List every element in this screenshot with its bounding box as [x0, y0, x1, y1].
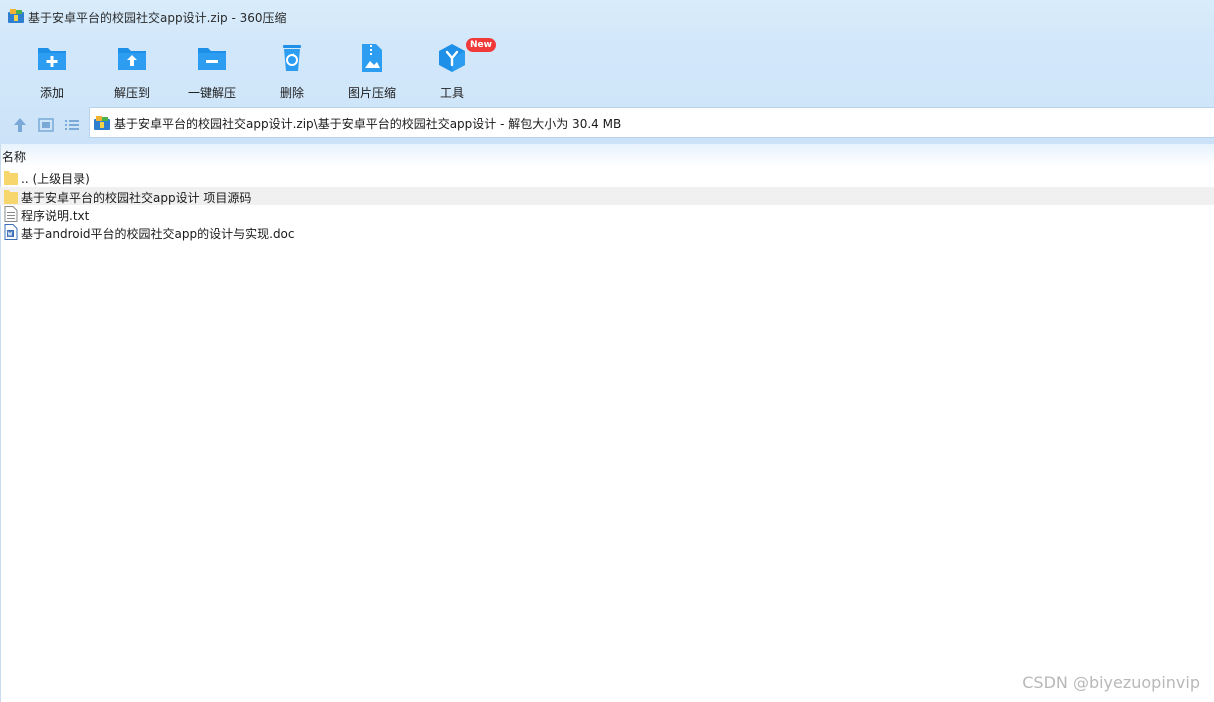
add-folder-icon [38, 48, 66, 70]
toolbar: 添加 解压到 一键解压 删除 图片压缩 New 工具 [0, 34, 1214, 106]
address-bar: 基于安卓平台的校园社交app设计.zip\基于安卓平台的校园社交app设计 - … [0, 106, 1214, 144]
file-name: 基于android平台的校园社交app的设计与实现.doc [21, 227, 295, 241]
image-compress-icon [362, 44, 382, 72]
extract-to-label: 解压到 [113, 86, 150, 100]
one-click-extract-icon [198, 48, 226, 70]
tools-cube-icon [439, 44, 465, 72]
folder-icon [4, 171, 18, 185]
add-label: 添加 [39, 86, 64, 100]
tools-label: 工具 [439, 86, 464, 100]
watermark-text: CSDN @biyezuopinvip [1022, 673, 1200, 692]
new-badge: New [466, 38, 496, 52]
title-bar: 基于安卓平台的校园社交app设计.zip - 360压缩 [0, 0, 1214, 34]
archive-file-icon [94, 116, 110, 130]
list-view-icon[interactable] [63, 116, 81, 134]
file-name: .. (上级目录) [21, 172, 90, 186]
recycle-bin-icon [283, 45, 301, 71]
delete-label: 删除 [279, 86, 304, 100]
image-compress-button[interactable]: 图片压缩 [332, 40, 412, 100]
thumbnail-view-icon[interactable] [37, 116, 55, 134]
up-arrow-icon[interactable] [11, 116, 29, 134]
folder-icon [4, 190, 18, 204]
list-item[interactable]: 基于安卓平台的校园社交app设计 项目源码 [0, 187, 1214, 205]
extract-to-button[interactable]: 解压到 [92, 40, 172, 100]
add-button[interactable]: 添加 [12, 40, 92, 100]
list-item[interactable]: 程序说明.txt [0, 205, 1214, 223]
delete-button[interactable]: 删除 [252, 40, 332, 100]
file-name: 程序说明.txt [21, 209, 90, 223]
list-item[interactable]: .. (上级目录) [0, 168, 1214, 186]
extract-to-icon [118, 48, 146, 70]
window-title: 基于安卓平台的校园社交app设计.zip - 360压缩 [28, 11, 287, 25]
path-field[interactable]: 基于安卓平台的校园社交app设计.zip\基于安卓平台的校园社交app设计 - … [89, 107, 1214, 138]
archive-app-icon [8, 9, 24, 23]
path-text: 基于安卓平台的校园社交app设计.zip\基于安卓平台的校园社交app设计 - … [114, 117, 622, 131]
image-compress-label: 图片压缩 [347, 86, 396, 100]
list-header: 名称 [0, 144, 1214, 166]
column-header-name[interactable]: 名称 [2, 148, 26, 165]
text-file-icon [4, 206, 18, 222]
list-item[interactable]: 基于android平台的校园社交app的设计与实现.doc [0, 223, 1214, 241]
file-name: 基于安卓平台的校园社交app设计 项目源码 [21, 191, 252, 205]
tools-button[interactable]: New 工具 [412, 38, 496, 100]
word-doc-icon [4, 224, 18, 240]
one-click-extract-button[interactable]: 一键解压 [172, 40, 252, 100]
one-click-extract-label: 一键解压 [187, 86, 236, 100]
